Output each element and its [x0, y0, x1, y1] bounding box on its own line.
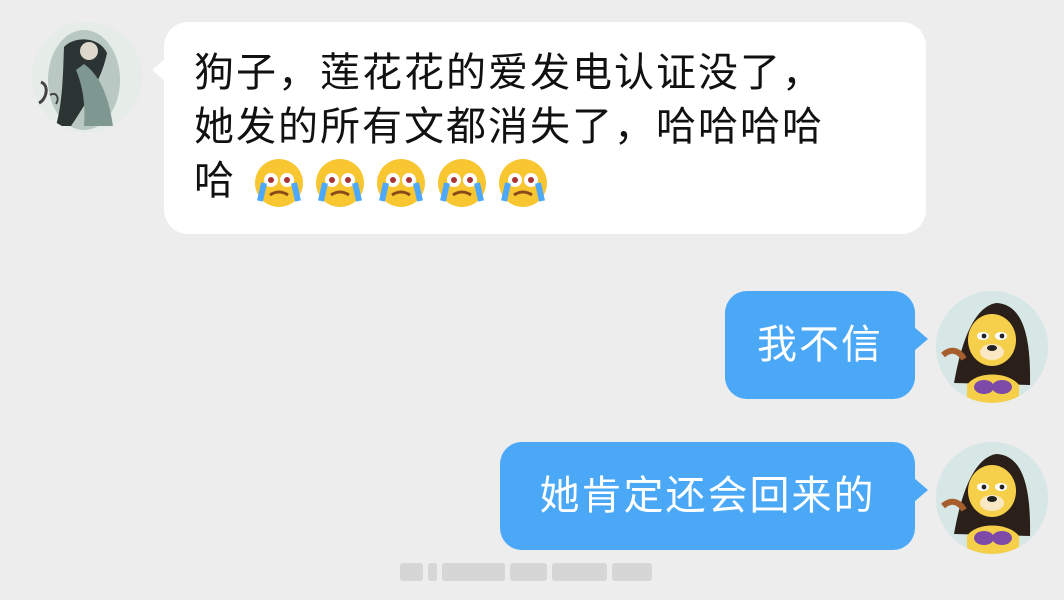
contact-avatar-image [32, 22, 142, 132]
self-avatar-image [936, 442, 1048, 554]
crying-face-icon [498, 159, 547, 207]
watermark-segment [427, 563, 437, 581]
watermark-segment [509, 563, 548, 581]
crying-face-icon [376, 159, 425, 207]
self-avatar-image [936, 291, 1048, 403]
watermark-strip [400, 558, 657, 586]
incoming-message-bubble[interactable]: 狗子，莲花花的爱发电认证没了， 她发的所有文都消失了，哈哈哈哈 哈 [152, 22, 926, 234]
self-avatar[interactable] [936, 442, 1048, 554]
crying-face-icon [437, 159, 486, 207]
crying-face-icon [254, 159, 303, 207]
outgoing-message-text: 我不信 [757, 322, 883, 368]
message-line-with-emoji: 哈 [194, 154, 902, 209]
watermark-segment [552, 563, 607, 581]
message-line: 她发的所有文都消失了，哈哈哈哈 [194, 104, 824, 150]
contact-avatar[interactable] [32, 22, 142, 132]
message-line-text: 哈 [194, 158, 236, 204]
self-avatar[interactable] [936, 291, 1048, 403]
emoji-row [253, 157, 549, 209]
watermark-segment [611, 563, 652, 581]
crying-face-icon [315, 159, 364, 207]
watermark-segment [400, 563, 423, 581]
outgoing-message-bubble[interactable]: 我不信 [725, 291, 928, 399]
message-line: 狗子，莲花花的爱发电认证没了， [194, 50, 824, 96]
outgoing-message-bubble[interactable]: 她肯定还会回来的 [500, 442, 928, 550]
watermark-segment [441, 563, 505, 581]
outgoing-message-text: 她肯定还会回来的 [539, 473, 876, 519]
